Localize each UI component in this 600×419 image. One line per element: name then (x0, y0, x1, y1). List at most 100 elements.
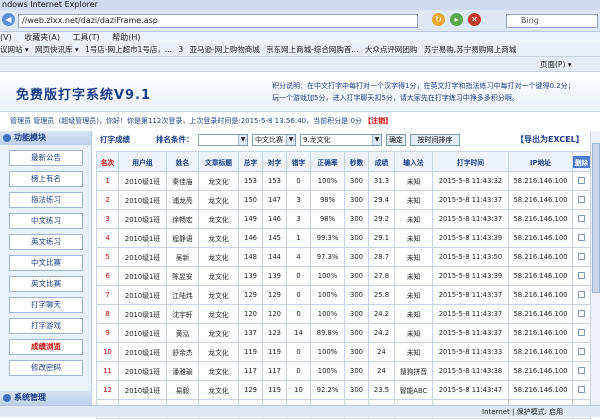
cell-ime: 未知 (394, 247, 433, 267)
export-excel-link[interactable]: 【导出为EXCEL】 (516, 133, 584, 147)
sidebar-item-chinese-practice[interactable]: 中文练习 (9, 213, 83, 229)
contest-type-select[interactable]: 中文比赛 ▼ (252, 134, 296, 146)
sidebar-item-typing-chat[interactable]: 打字聊天 (9, 297, 83, 313)
row-checkbox[interactable] (578, 366, 585, 374)
row-checkbox[interactable] (578, 176, 585, 184)
page-scrollbar[interactable] (590, 131, 600, 405)
table-row: 8 2010级1班 沈宇轩 龙文化 120 120 0 100% 300 24.2 未知 2015-5… (96, 304, 591, 324)
row-checkbox[interactable] (578, 328, 585, 336)
login-status-text: 管理员 管理员（超级管理员)，你好！你是第112次登录，上次登录时间是:2015… (10, 117, 362, 125)
back-icon[interactable]: ◀ (2, 13, 15, 26)
article-select[interactable]: 9.龙文化 ▼ (300, 134, 382, 146)
fav-item[interactable]: 议网站 ▾ (0, 43, 29, 56)
fav-item[interactable]: 1号店-网上超市1号店，... (85, 43, 172, 56)
fav-item[interactable]: 亚马逊-网上购物商城 (190, 43, 260, 56)
table-row: 7 2010级1班 江陆炜 龙文化 129 129 0 100% 300 25.8 未知 2015-5… (96, 285, 591, 305)
menu-help[interactable]: 帮助(H) (112, 33, 140, 42)
cell-article: 龙文化 (198, 342, 239, 362)
cell-ime: 未知 (394, 190, 433, 210)
cell-correct: 117 (262, 361, 287, 381)
cell-correct: 145 (262, 228, 287, 248)
sidebar-item-ranking[interactable]: 榜上有名 (9, 171, 83, 187)
sidebar-item-announcements[interactable]: 最新公告 (9, 150, 83, 166)
cell-name: 沈宇轩 (166, 304, 199, 324)
delete-button[interactable]: 删除 (573, 155, 590, 168)
cell-total: 148 (238, 247, 263, 267)
row-checkbox[interactable] (578, 195, 585, 203)
cell-correct: 139 (262, 266, 287, 286)
col-correct: 对字 (262, 151, 287, 172)
fav-item[interactable]: 3 (178, 43, 183, 56)
stop-icon[interactable]: ✕ (468, 13, 481, 26)
refresh-icon[interactable]: ↻ (432, 13, 445, 26)
cell-ip: 58.216.146.100 (508, 342, 573, 362)
menu-view[interactable]: (V) (0, 33, 12, 42)
col-wrong: 错字 (286, 151, 311, 172)
row-checkbox[interactable] (578, 271, 585, 279)
cell-total: 119 (238, 342, 263, 362)
cell-ime: 搜狗拼音 (394, 361, 433, 381)
cell-name: 徐畅宏 (166, 209, 199, 229)
row-checkbox[interactable] (578, 252, 585, 260)
cell-group: 2010级1班 (118, 171, 167, 191)
sidebar-item-chinese-contest[interactable]: 中文比赛 (9, 255, 83, 271)
cell-group: 2010级1班 (118, 323, 167, 343)
condition-select-1[interactable]: ▼ (198, 134, 248, 146)
fav-item[interactable]: 大众点评网团购 (365, 43, 418, 56)
cell-wrong: 0 (286, 171, 311, 191)
fav-item[interactable]: 京东网上商城-综合网购首... (266, 43, 358, 56)
cell-seconds: 300 (344, 380, 369, 400)
address-input[interactable]: //web.zlxx.net/dazi/daziFrame.asp (18, 14, 418, 28)
cell-article: 龙文化 (198, 323, 239, 343)
fav-item[interactable]: 网页快讯库 ▾ (35, 43, 79, 56)
sidebar-item-finger-practice[interactable]: 指法练习 (9, 192, 83, 208)
fav-item[interactable]: 苏宁易购,苏宁易购网上商城 (424, 43, 516, 56)
row-checkbox[interactable] (578, 214, 585, 222)
scrollbar-thumb[interactable] (592, 143, 600, 293)
search-placeholder: Bing (521, 16, 539, 25)
row-checkbox[interactable] (578, 233, 585, 241)
menu-favorites[interactable]: 收藏夹(A) (24, 33, 60, 42)
row-checkbox[interactable] (578, 290, 585, 298)
search-input[interactable]: Bing (506, 14, 598, 28)
cell-name: 黄泓 (166, 323, 199, 343)
cell-score: 24.2 (368, 304, 395, 324)
sidebar-footer[interactable]: 系统管理 (0, 391, 92, 405)
logout-link[interactable]: 【注销】 (364, 117, 392, 125)
cell-score: 25.8 (368, 285, 395, 305)
cell-select (572, 304, 591, 324)
cell-accuracy: 98% (310, 190, 345, 210)
sidebar-item-typing-game[interactable]: 打字游戏 (9, 318, 83, 334)
sidebar-item-change-password[interactable]: 修改密码 (9, 360, 83, 376)
cell-time: 2015-5-8 11:43:39 (432, 228, 509, 248)
row-checkbox[interactable] (578, 347, 585, 355)
cell-time: 2015-5-8 11:43:32 (432, 171, 509, 191)
cell-correct: 153 (262, 171, 287, 191)
page-menu[interactable]: 页面(P) ▾ (540, 57, 572, 71)
cell-accuracy: 100% (310, 266, 345, 286)
cell-select (572, 380, 591, 400)
go-icon[interactable]: ▸ (450, 13, 463, 26)
cell-seconds: 300 (344, 171, 369, 191)
sort-by-time-button[interactable]: 按时间排序 (410, 134, 460, 146)
confirm-button[interactable]: 确定 (386, 134, 406, 146)
cell-group: 2010级1班 (118, 342, 167, 362)
col-total: 总字 (238, 151, 263, 172)
cell-accuracy: 100% (310, 342, 345, 362)
cell-correct: 146 (262, 209, 287, 229)
cell-group: 2010级1班 (118, 190, 167, 210)
cell-group: 2010级1班 (118, 304, 167, 324)
cell-ip: 58.216.146.100 (508, 228, 573, 248)
cell-time: 2015-5-8 11:43:37 (432, 323, 509, 343)
cell-score: 27.8 (368, 266, 395, 286)
sidebar-item-score-browse[interactable]: 成绩浏览 (9, 339, 83, 355)
row-checkbox[interactable] (578, 385, 585, 393)
cell-article: 龙文化 (198, 209, 239, 229)
menu-tools[interactable]: 工具(T) (73, 33, 100, 42)
row-checkbox[interactable] (578, 309, 585, 317)
cell-group: 2010级1班 (118, 380, 167, 400)
cell-article: 龙文化 (198, 380, 239, 400)
cell-seconds: 300 (344, 323, 369, 343)
sidebar-item-english-practice[interactable]: 英文练习 (9, 234, 83, 250)
sidebar-item-english-contest[interactable]: 英文比赛 (9, 276, 83, 292)
